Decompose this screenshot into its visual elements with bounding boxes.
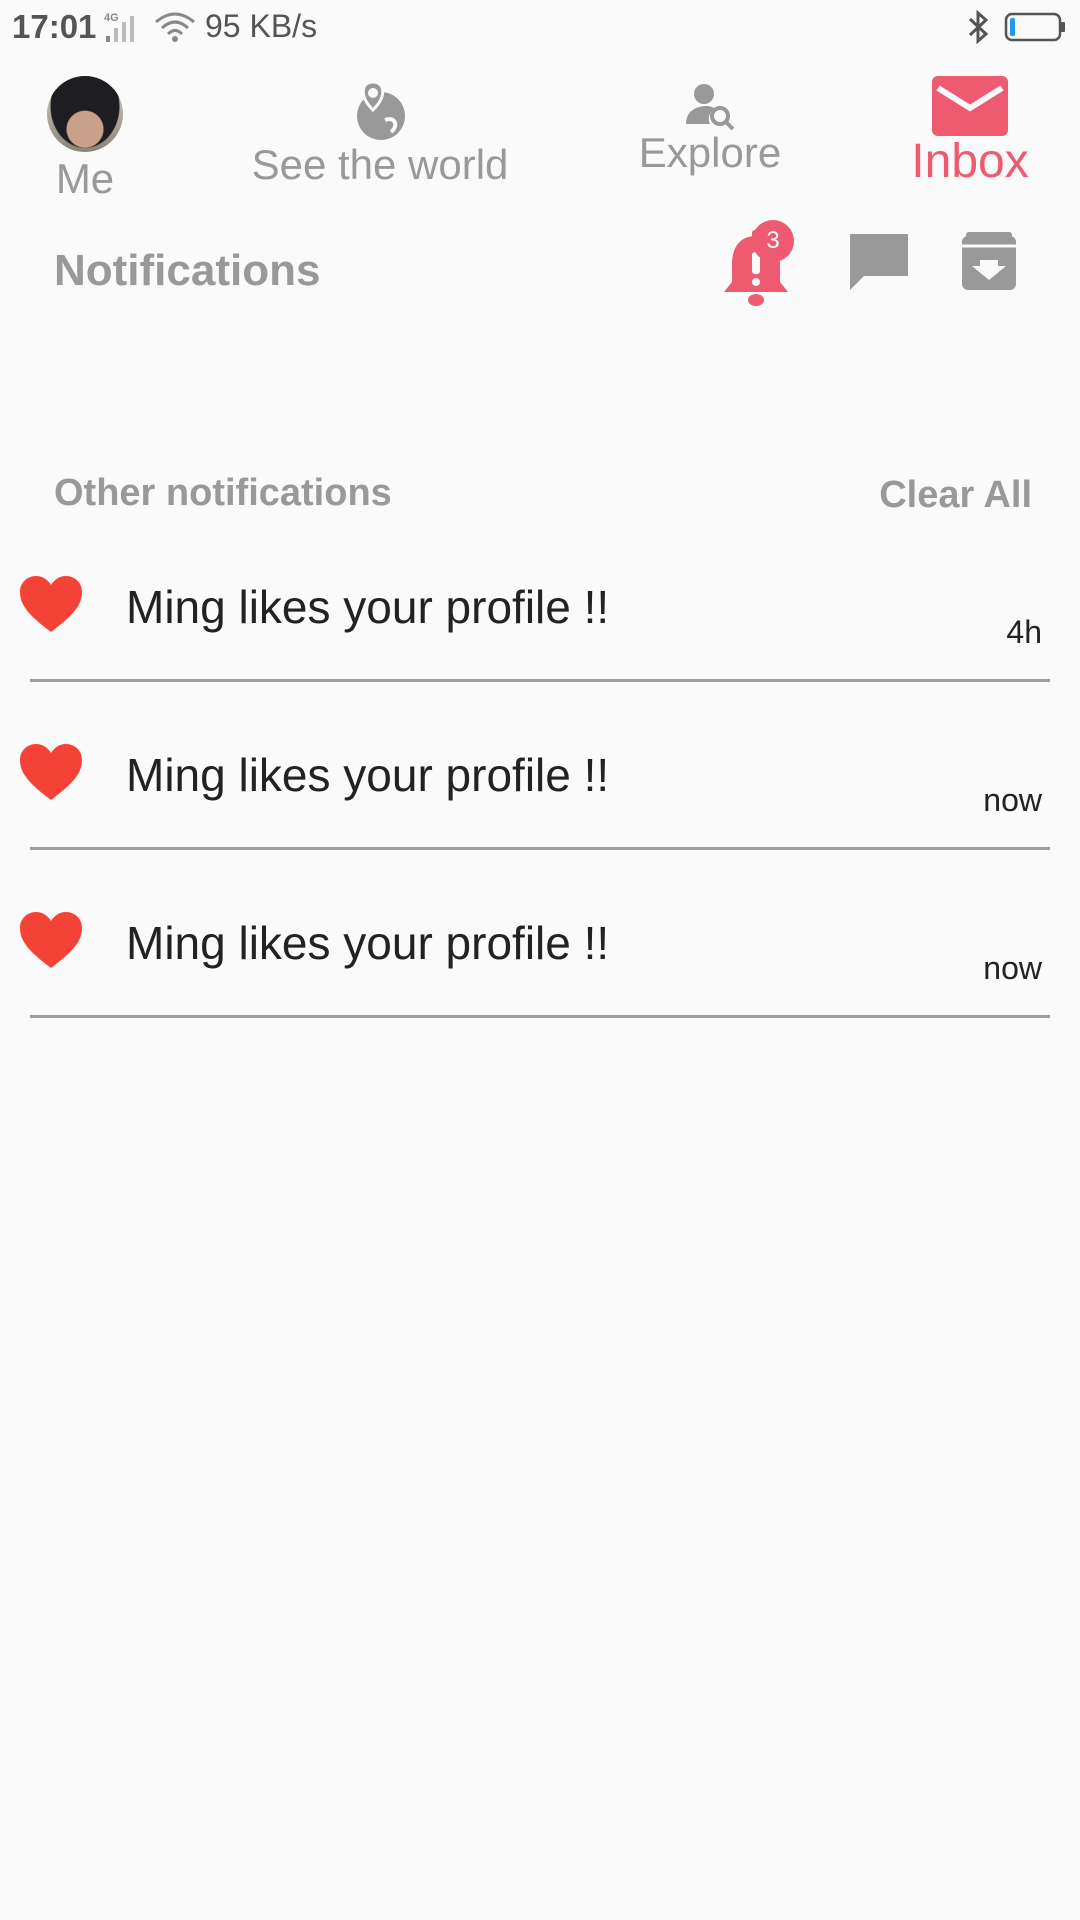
list-item[interactable]: Ming likes your profile !! now — [0, 728, 1080, 896]
battery-icon — [1004, 12, 1065, 42]
section-header: Other notifications Clear All — [0, 466, 1080, 526]
notification-text: Ming likes your profile !! — [126, 581, 610, 633]
nav-world-label: See the world — [251, 141, 509, 188]
divider — [30, 679, 1050, 682]
notification-time: now — [983, 950, 1042, 986]
signal-label: 4G — [104, 12, 119, 24]
notifications-header: Notifications 3 — [0, 220, 1080, 320]
signal-icon: 4G — [104, 12, 134, 42]
globe-pin-icon — [357, 80, 405, 140]
top-nav: Me See the world Explore Inbox — [0, 60, 1080, 220]
nav-explore[interactable]: Explore — [630, 80, 790, 176]
nav-inbox[interactable]: Inbox — [900, 76, 1040, 189]
heart-icon — [20, 912, 82, 968]
mail-icon — [932, 76, 1008, 136]
person-search-icon — [686, 84, 735, 130]
notification-time: now — [983, 782, 1042, 818]
network-speed: 95 KB/s — [205, 8, 318, 44]
archive-icon[interactable] — [960, 232, 1018, 292]
notification-badge: 3 — [752, 220, 794, 262]
bluetooth-icon — [968, 10, 989, 44]
list-item[interactable]: Ming likes your profile !! now — [0, 896, 1080, 1064]
notification-text: Ming likes your profile !! — [126, 917, 610, 969]
divider — [30, 1015, 1050, 1018]
heart-icon — [20, 744, 82, 800]
wifi-icon — [155, 12, 195, 42]
page-title: Notifications — [54, 246, 321, 295]
status-time: 17:01 — [12, 8, 97, 45]
chat-icon[interactable] — [846, 230, 912, 296]
list-item[interactable]: Ming likes your profile !! 4h — [0, 560, 1080, 728]
nav-see-the-world[interactable]: See the world — [250, 80, 510, 188]
status-bar: 17:01 4G 95 KB/s — [0, 0, 1080, 56]
nav-me-label: Me — [55, 155, 115, 202]
heart-icon — [20, 576, 82, 632]
notification-text: Ming likes your profile !! — [126, 749, 610, 801]
avatar[interactable] — [47, 76, 123, 152]
notification-time: 4h — [1006, 614, 1042, 650]
clear-all-button[interactable]: Clear All — [879, 474, 1032, 517]
divider — [30, 847, 1050, 850]
nav-inbox-label: Inbox — [911, 135, 1029, 188]
nav-me[interactable]: Me — [30, 76, 140, 202]
nav-explore-label: Explore — [638, 129, 782, 176]
notification-list: Ming likes your profile !! 4h Ming likes… — [0, 560, 1080, 1064]
section-title: Other notifications — [54, 472, 392, 514]
